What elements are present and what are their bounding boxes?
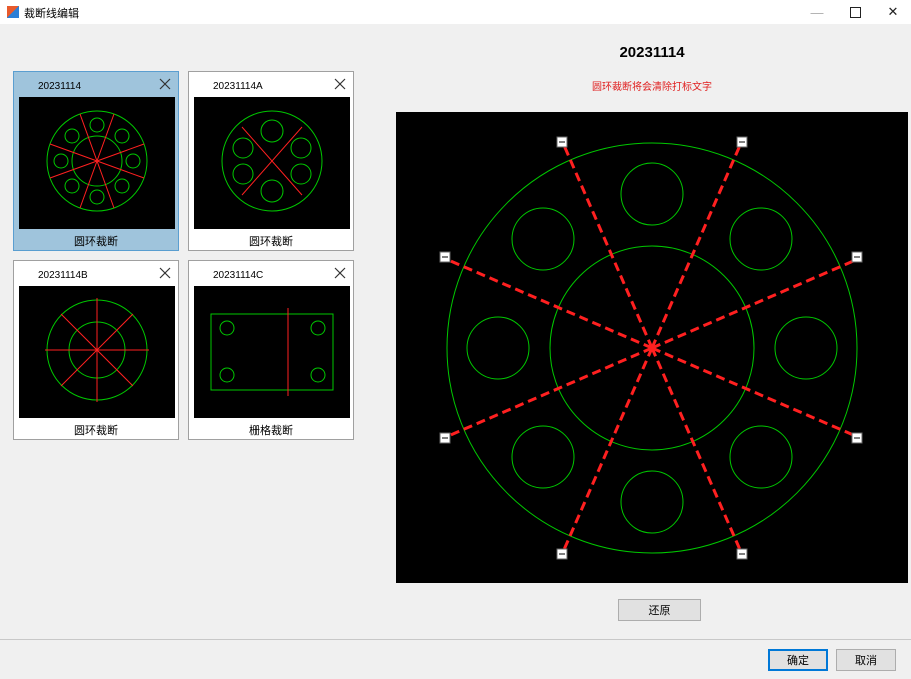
maximize-icon [849,6,861,18]
window-title: 裁断线编辑 [24,8,79,20]
minimize-button[interactable]: — [800,0,834,24]
cut-line [651,257,859,350]
close-icon[interactable] [333,266,347,280]
preview-title: 20231114 [619,44,685,61]
hole [511,207,575,271]
close-window-button[interactable]: ✕ [876,0,910,24]
card-title: 20231114B [38,270,88,281]
card-type-label: 圆环裁断 [249,236,293,248]
minimize-icon: — [810,4,824,20]
app-icon [7,6,19,18]
warning-message: 圆环裁断将会清除打标文字 [592,82,712,93]
card-type-label: 圆环裁断 [74,425,118,437]
cut-card-4[interactable]: 20231114C 栅格裁断 [188,260,354,440]
hole [511,425,575,489]
card-title: 20231114C [213,270,264,281]
cut-card-3[interactable]: 20231114B 圆环裁断 [13,260,179,440]
cut-line-canvas[interactable] [396,112,908,583]
cut-card-2[interactable]: 20231114A 圆环裁断 [188,71,354,251]
card-thumbnail [194,286,350,418]
hole [729,207,793,271]
cut-line [445,346,653,439]
hole [466,316,530,380]
close-icon[interactable] [333,77,347,91]
card-thumbnail [19,97,175,229]
hole [620,162,684,226]
cancel-button[interactable]: 取消 [836,649,896,671]
restore-button[interactable]: 还原 [618,599,701,621]
card-type-label: 栅格裁断 [249,425,293,437]
close-icon[interactable] [158,77,172,91]
cut-line [651,346,859,439]
cut-line [650,142,743,349]
close-icon: ✕ [887,4,899,19]
hole [620,470,684,534]
card-thumbnail [194,97,350,229]
cut-line [561,347,654,553]
cut-line [445,257,653,350]
hole [729,425,793,489]
cut-card-1[interactable]: 20231114 圆环裁断 [13,71,179,251]
cut-line [650,347,743,553]
maximize-button[interactable] [838,0,872,24]
ok-button[interactable]: 确定 [768,649,828,671]
card-title: 20231114A [213,81,263,92]
card-thumbnail [19,286,175,418]
close-icon[interactable] [158,266,172,280]
card-title: 20231114 [38,81,82,92]
cut-line [561,142,654,349]
hole [774,316,838,380]
title-bar: 裁断线编辑 — ✕ [0,0,911,24]
card-type-label: 圆环裁断 [74,236,118,248]
